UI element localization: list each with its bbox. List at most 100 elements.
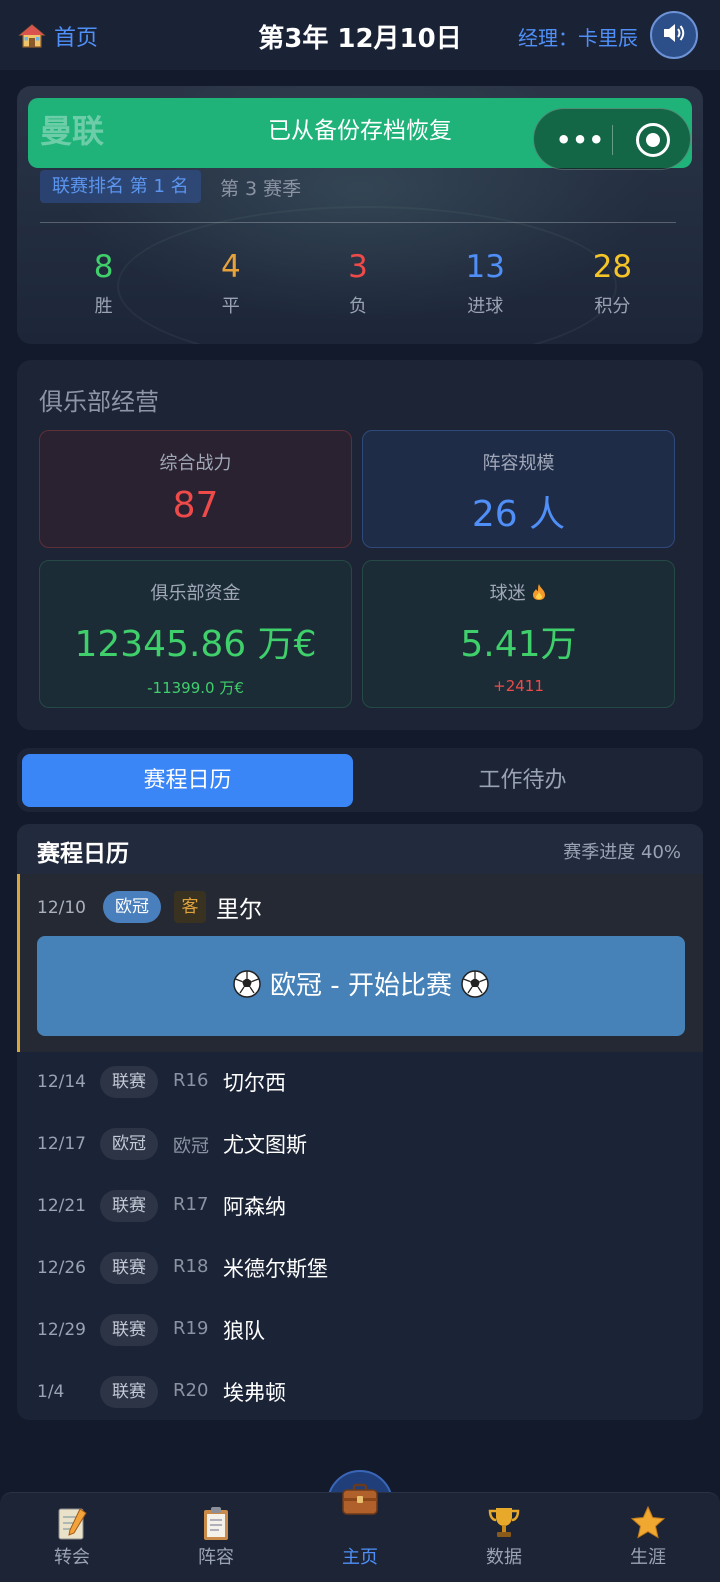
tile-label: 阵容规模	[482, 453, 555, 474]
fixture-round: R18	[173, 1256, 209, 1277]
fixture-opponent: 阿森纳	[223, 1195, 286, 1219]
fixture-opponent: 切尔西	[223, 1071, 286, 1095]
fixture-date: 12/29	[37, 1320, 86, 1340]
trophy-icon	[484, 1503, 524, 1543]
tile-label-row: 球迷	[363, 579, 674, 605]
memo-icon	[52, 1503, 92, 1543]
fixture-date: 12/14	[37, 1072, 86, 1092]
tile-value: 12345.86 万€	[74, 624, 317, 665]
tab-todo[interactable]: 工作待办	[357, 754, 688, 807]
nav-home[interactable]: 主页	[288, 1483, 432, 1582]
season-progress: 赛季进度 40%	[563, 842, 681, 863]
close-target-icon[interactable]	[636, 123, 670, 157]
nav-label: 生涯	[630, 1547, 666, 1568]
stat-label: 负	[349, 296, 367, 317]
nav-label: 阵容	[198, 1547, 234, 1568]
season-stats: 8 胜 4 平 3 负 13 进球 28 积分	[40, 248, 676, 318]
fixture-round: R16	[173, 1070, 209, 1091]
tile-value: 87	[172, 485, 219, 526]
tab-schedule[interactable]: 赛程日历	[22, 754, 353, 807]
fixture-opponent: 狼队	[223, 1319, 265, 1343]
soccer-ball-icon	[460, 941, 490, 998]
fixture-round: R19	[173, 1318, 209, 1339]
tile-label: 综合战力	[159, 453, 232, 474]
nav-career[interactable]: 生涯	[576, 1493, 720, 1582]
stat-value: 3	[348, 249, 368, 285]
schedule-panel: 赛程日历 赛季进度 40% 12/10 欧冠 客 里尔 欧冠 - 开始比赛 12…	[17, 824, 703, 1420]
stat-goals: 13 进球	[422, 248, 549, 318]
miniprogram-capsule: •••	[533, 108, 691, 170]
match-date: 12/10	[37, 898, 86, 918]
competition-badge: 联赛	[100, 1376, 158, 1408]
fans-change: +2411	[493, 677, 544, 695]
nav-data[interactable]: 数据	[432, 1493, 576, 1582]
club-funds-tile[interactable]: 俱乐部资金 12345.86 万€ -11399.0 万€	[39, 560, 352, 708]
fixture-date: 12/26	[37, 1258, 86, 1278]
fixture-opponent: 埃弗顿	[223, 1381, 286, 1405]
stat-label: 积分	[594, 296, 631, 317]
start-match-button[interactable]: 欧冠 - 开始比赛	[37, 936, 685, 1036]
squad-size-tile[interactable]: 阵容规模 26 人	[362, 430, 675, 548]
stat-value: 4	[220, 249, 241, 285]
fixture-row[interactable]: 12/17 欧冠 欧冠 尤文图斯	[17, 1114, 703, 1176]
stat-draws: 4 平	[167, 248, 294, 318]
capsule-divider	[612, 125, 613, 155]
nav-lineup[interactable]: 阵容	[144, 1493, 288, 1582]
fixture-date: 12/17	[37, 1134, 86, 1154]
fixture-row[interactable]: 12/29 联赛 R19 狼队	[17, 1300, 703, 1362]
stat-value: 8	[93, 249, 114, 285]
stat-value: 28	[592, 249, 633, 285]
competition-badge: 联赛	[100, 1190, 158, 1222]
nav-label: 数据	[486, 1547, 522, 1568]
start-match-label: 欧冠 - 开始比赛	[270, 971, 452, 1001]
more-icon[interactable]: •••	[556, 126, 605, 154]
nav-transfer[interactable]: 转会	[0, 1493, 144, 1582]
section-title: 俱乐部经营	[39, 388, 159, 416]
schedule-header: 赛程日历 赛季进度 40%	[17, 824, 703, 874]
stat-label: 平	[221, 296, 240, 317]
competition-badge: 联赛	[100, 1066, 158, 1098]
next-match: 12/10 欧冠 客 里尔 欧冠 - 开始比赛	[17, 874, 703, 1052]
house-icon	[18, 22, 46, 50]
funds-change: -11399.0 万€	[147, 679, 244, 697]
soccer-ball-icon	[232, 941, 262, 998]
briefcase-icon	[340, 1479, 380, 1519]
fixture-round: R17	[173, 1194, 209, 1215]
fixture-date: 1/4	[37, 1382, 65, 1402]
stat-losses: 3 负	[294, 248, 421, 318]
away-badge: 客	[174, 891, 206, 923]
nav-label: 转会	[54, 1547, 90, 1568]
manager-name[interactable]: 经理：卡里辰	[518, 22, 638, 51]
tile-value: 26 人	[471, 494, 566, 535]
speaker-icon	[660, 19, 688, 51]
stat-points: 28 积分	[549, 248, 676, 318]
fixture-opponent: 尤文图斯	[223, 1133, 307, 1157]
nav-label: 主页	[342, 1547, 378, 1568]
home-button[interactable]: 首页	[18, 20, 98, 52]
sound-button[interactable]	[650, 11, 698, 59]
toast-message: 已从备份存档恢复	[268, 118, 452, 144]
overall-power-tile[interactable]: 综合战力 87	[39, 430, 352, 548]
toast-team-name: 曼联	[40, 112, 105, 150]
tile-value: 5.41万	[460, 624, 577, 665]
home-label: 首页	[54, 26, 99, 51]
star-icon	[628, 1503, 668, 1543]
fixture-round: 欧冠	[173, 1136, 209, 1157]
fans-tile[interactable]: 球迷 5.41万 +2411	[362, 560, 675, 708]
competition-badge: 联赛	[100, 1314, 158, 1346]
season-label: 第 3 赛季	[220, 178, 302, 200]
schedule-title: 赛程日历	[37, 841, 129, 867]
fixture-row[interactable]: 12/14 联赛 R16 切尔西	[17, 1052, 703, 1114]
stat-value: 13	[465, 249, 505, 285]
fixture-row[interactable]: 12/26 联赛 R18 米德尔斯堡	[17, 1238, 703, 1300]
tile-label: 俱乐部资金	[150, 583, 241, 604]
club-management-panel: 俱乐部经营 综合战力 87 阵容规模 26 人 俱乐部资金 12345.86 万…	[17, 360, 703, 730]
league-rank-badge: 联赛排名 第 1 名	[40, 170, 201, 203]
fixture-row[interactable]: 1/4 联赛 R20 埃弗顿	[17, 1362, 703, 1420]
divider	[40, 222, 676, 223]
fixture-opponent: 米德尔斯堡	[223, 1257, 328, 1281]
stat-wins: 8 胜	[40, 248, 167, 318]
stat-label: 胜	[94, 296, 113, 317]
tile-label: 球迷	[489, 583, 526, 604]
fixture-row[interactable]: 12/21 联赛 R17 阿森纳	[17, 1176, 703, 1238]
